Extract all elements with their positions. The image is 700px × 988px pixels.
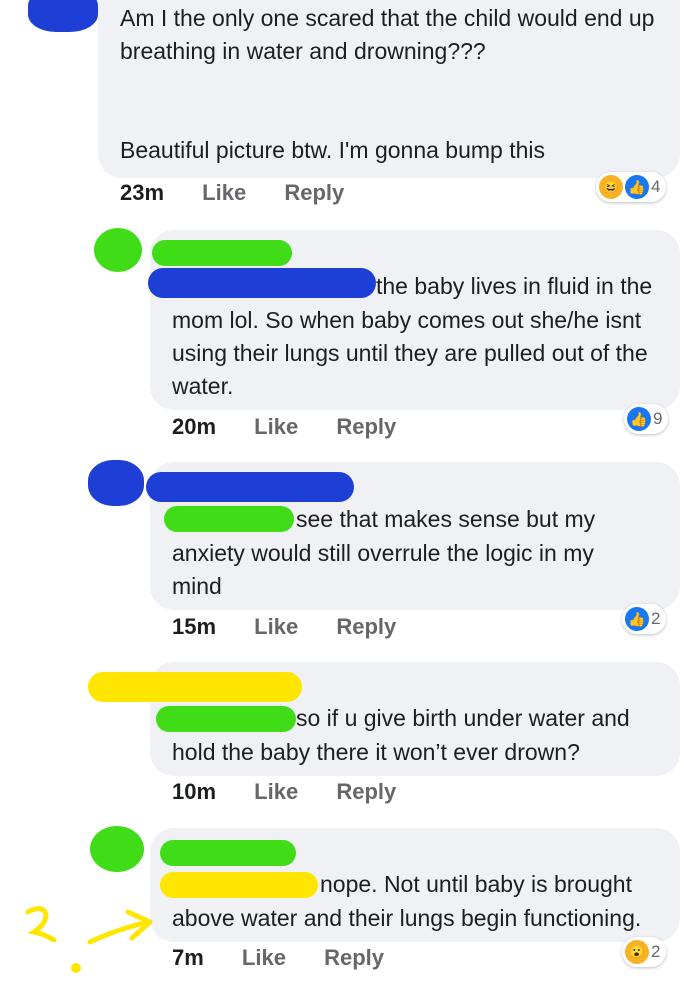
redacted-author-name (88, 672, 302, 702)
comment-actions: 10m Like Reply (172, 779, 428, 805)
redacted-mention (148, 268, 376, 298)
redacted-author-name (146, 472, 354, 502)
comment-text-line1: see that makes sense but my (296, 506, 596, 532)
like-button[interactable]: Like (242, 945, 286, 971)
redacted-mention (164, 506, 294, 532)
comment-text: hold the baby there it won’t ever drown? (172, 739, 580, 765)
redacted-avatar (88, 460, 144, 506)
comment-timestamp: 10m (172, 779, 217, 804)
reply-button[interactable]: Reply (284, 180, 344, 206)
reaction-count: 2 (651, 942, 661, 961)
redacted-mention (156, 706, 296, 732)
reaction-summary[interactable]: 👍 2 (622, 604, 667, 634)
like-button[interactable]: Like (254, 614, 298, 640)
redacted-mention (160, 872, 318, 898)
comment-timestamp: 20m (172, 414, 217, 439)
redacted-avatar (90, 826, 144, 872)
reaction-count: 4 (651, 177, 661, 196)
like-button[interactable]: Like (254, 414, 298, 440)
comment-text-line1: the baby lives in fluid in the (376, 273, 653, 299)
comment-actions: 23m Like Reply (120, 180, 376, 206)
comment-actions: 20m Like Reply (172, 414, 428, 440)
reaction-summary[interactable]: 😆 👍 4 (596, 172, 667, 202)
comment-text-line1: so if u give birth under water and (296, 705, 630, 731)
reply-button[interactable]: Reply (336, 414, 396, 440)
haha-icon: 😆 (599, 175, 623, 199)
reply-button[interactable]: Reply (336, 614, 396, 640)
redacted-author-name (160, 840, 296, 866)
like-icon: 👍 (627, 407, 651, 431)
comment-text: anxiety would still overrule the logic i… (172, 540, 594, 599)
comment-text: mom lol. So when baby comes out she/he i… (172, 307, 648, 399)
redacted-avatar (28, 0, 98, 32)
wow-icon: 😮 (625, 940, 649, 964)
comment-timestamp: 23m (120, 180, 165, 205)
reply-button[interactable]: Reply (336, 779, 396, 805)
comment-timestamp: 7m (172, 945, 204, 970)
reply-button[interactable]: Reply (324, 945, 384, 971)
redacted-author-name (152, 240, 292, 266)
like-button[interactable]: Like (202, 180, 246, 206)
comment-text: above water and their lungs begin functi… (172, 905, 642, 931)
comment-actions: 15m Like Reply (172, 614, 428, 640)
reaction-count: 9 (653, 409, 663, 428)
comment-text: Am I the only one scared that the child … (120, 5, 655, 163)
comment-text-line1: nope. Not until baby is brought (320, 871, 632, 897)
comment-timestamp: 15m (172, 614, 217, 639)
reaction-summary[interactable]: 😮 2 (622, 937, 667, 967)
reaction-count: 2 (651, 609, 661, 628)
reaction-summary[interactable]: 👍 9 (624, 404, 669, 434)
like-button[interactable]: Like (254, 779, 298, 805)
like-icon: 👍 (625, 607, 649, 631)
redacted-avatar (94, 228, 142, 272)
like-icon: 👍 (625, 175, 649, 199)
annotation-arrow-icon (25, 906, 153, 973)
comment-actions: 7m Like Reply (172, 945, 416, 971)
